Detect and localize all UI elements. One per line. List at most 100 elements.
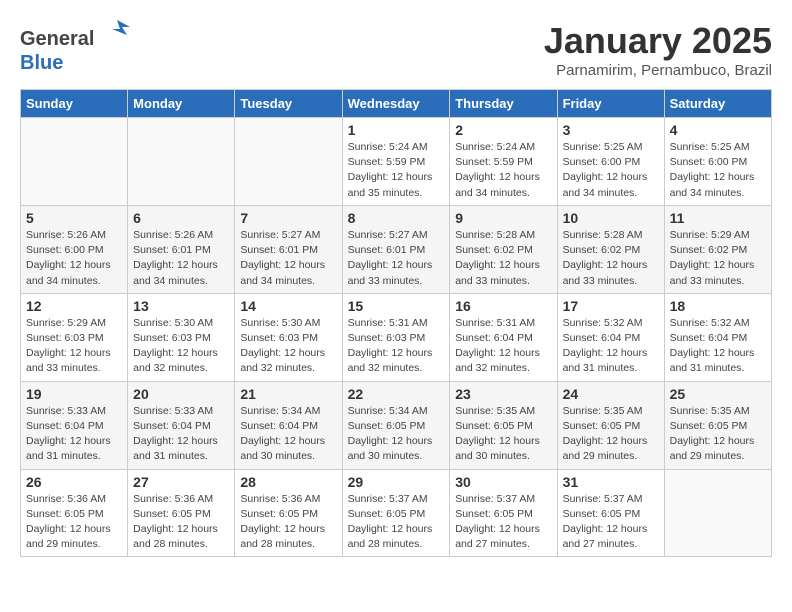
day-cell: 22Sunrise: 5:34 AM Sunset: 6:05 PM Dayli… <box>342 381 450 469</box>
day-number: 4 <box>670 122 766 138</box>
day-info: Sunrise: 5:35 AM Sunset: 6:05 PM Dayligh… <box>455 404 551 465</box>
day-cell: 27 Sunrise: 5:36 AM Sunset: 6:05 PM Dayli… <box>128 469 235 557</box>
logo: General Blue <box>20 20 132 75</box>
day-number: 9 <box>455 210 551 226</box>
day-cell: 14 Sunrise: 5:30 AM Sunset: 6:03 PM Dayli… <box>235 293 342 381</box>
header-cell-friday: Friday <box>557 90 664 118</box>
day-info: Sunrise: 5:28 AM Sunset: 6:02 PM Dayligh… <box>563 228 659 289</box>
day-info: Sunrise: 5:29 AM Sunset: 6:03 PM Dayligh… <box>26 316 122 377</box>
day-info: Sunrise: 5:30 AM Sunset: 6:03 PM Dayligh… <box>240 316 336 377</box>
day-number: 26 <box>26 474 122 490</box>
day-number: 20 <box>133 386 229 402</box>
day-cell: 7 Sunrise: 5:27 AM Sunset: 6:01 PM Daylig… <box>235 205 342 293</box>
day-info: Sunrise: 5:37 AM Sunset: 6:05 PM Dayligh… <box>455 492 551 553</box>
day-info: Sunrise: 5:33 AM Sunset: 6:04 PM Dayligh… <box>133 404 229 465</box>
day-info: Sunrise: 5:30 AM Sunset: 6:03 PM Dayligh… <box>133 316 229 377</box>
day-number: 16 <box>455 298 551 314</box>
day-cell: 11 Sunrise: 5:29 AM Sunset: 6:02 PM Dayli… <box>664 205 771 293</box>
day-cell: 31Sunrise: 5:37 AM Sunset: 6:05 PM Dayli… <box>557 469 664 557</box>
header-cell-wednesday: Wednesday <box>342 90 450 118</box>
day-info: Sunrise: 5:26 AM Sunset: 6:01 PM Dayligh… <box>133 228 229 289</box>
day-cell: 8Sunrise: 5:27 AM Sunset: 6:01 PM Daylig… <box>342 205 450 293</box>
day-info: Sunrise: 5:31 AM Sunset: 6:04 PM Dayligh… <box>455 316 551 377</box>
day-info: Sunrise: 5:25 AM Sunset: 6:00 PM Dayligh… <box>563 140 659 201</box>
day-number: 7 <box>240 210 336 226</box>
week-row-1: 5 Sunrise: 5:26 AM Sunset: 6:00 PM Daylig… <box>21 205 772 293</box>
day-cell <box>128 118 235 206</box>
day-number: 11 <box>670 210 766 226</box>
day-info: Sunrise: 5:36 AM Sunset: 6:05 PM Dayligh… <box>133 492 229 553</box>
title-area: January 2025 Parnamirim, Pernambuco, Bra… <box>544 20 772 79</box>
day-info: Sunrise: 5:34 AM Sunset: 6:04 PM Dayligh… <box>240 404 336 465</box>
day-cell: 21 Sunrise: 5:34 AM Sunset: 6:04 PM Dayli… <box>235 381 342 469</box>
day-cell: 26 Sunrise: 5:36 AM Sunset: 6:05 PM Dayli… <box>21 469 128 557</box>
logo-blue: Blue <box>20 52 63 74</box>
day-number: 13 <box>133 298 229 314</box>
day-info: Sunrise: 5:26 AM Sunset: 6:00 PM Dayligh… <box>26 228 122 289</box>
day-cell: 18 Sunrise: 5:32 AM Sunset: 6:04 PM Dayli… <box>664 293 771 381</box>
day-info: Sunrise: 5:25 AM Sunset: 6:00 PM Dayligh… <box>670 140 766 201</box>
day-number: 12 <box>26 298 122 314</box>
day-info: Sunrise: 5:27 AM Sunset: 6:01 PM Dayligh… <box>240 228 336 289</box>
day-info: Sunrise: 5:37 AM Sunset: 6:05 PM Dayligh… <box>563 492 659 553</box>
day-cell: 23 Sunrise: 5:35 AM Sunset: 6:05 PM Dayli… <box>450 381 557 469</box>
week-row-2: 12 Sunrise: 5:29 AM Sunset: 6:03 PM Dayli… <box>21 293 772 381</box>
header-cell-monday: Monday <box>128 90 235 118</box>
day-number: 5 <box>26 210 122 226</box>
header-cell-sunday: Sunday <box>21 90 128 118</box>
day-info: Sunrise: 5:36 AM Sunset: 6:05 PM Dayligh… <box>240 492 336 553</box>
day-number: 8 <box>348 210 445 226</box>
day-cell: 6 Sunrise: 5:26 AM Sunset: 6:01 PM Daylig… <box>128 205 235 293</box>
day-cell: 3 Sunrise: 5:25 AM Sunset: 6:00 PM Daylig… <box>557 118 664 206</box>
day-cell <box>21 118 128 206</box>
day-info: Sunrise: 5:33 AM Sunset: 6:04 PM Dayligh… <box>26 404 122 465</box>
day-cell: 1Sunrise: 5:24 AM Sunset: 5:59 PM Daylig… <box>342 118 450 206</box>
day-cell <box>664 469 771 557</box>
day-number: 21 <box>240 386 336 402</box>
header-cell-thursday: Thursday <box>450 90 557 118</box>
week-row-4: 26 Sunrise: 5:36 AM Sunset: 6:05 PM Dayli… <box>21 469 772 557</box>
day-info: Sunrise: 5:31 AM Sunset: 6:03 PM Dayligh… <box>348 316 445 377</box>
day-number: 3 <box>563 122 659 138</box>
day-number: 14 <box>240 298 336 314</box>
header-cell-tuesday: Tuesday <box>235 90 342 118</box>
calendar-subtitle: Parnamirim, Pernambuco, Brazil <box>544 62 772 79</box>
day-cell: 9 Sunrise: 5:28 AM Sunset: 6:02 PM Daylig… <box>450 205 557 293</box>
day-info: Sunrise: 5:34 AM Sunset: 6:05 PM Dayligh… <box>348 404 445 465</box>
day-cell: 5 Sunrise: 5:26 AM Sunset: 6:00 PM Daylig… <box>21 205 128 293</box>
logo-blue-line: Blue <box>20 51 132 75</box>
day-info: Sunrise: 5:28 AM Sunset: 6:02 PM Dayligh… <box>455 228 551 289</box>
day-info: Sunrise: 5:32 AM Sunset: 6:04 PM Dayligh… <box>670 316 766 377</box>
day-number: 17 <box>563 298 659 314</box>
day-info: Sunrise: 5:29 AM Sunset: 6:02 PM Dayligh… <box>670 228 766 289</box>
day-cell: 13 Sunrise: 5:30 AM Sunset: 6:03 PM Dayli… <box>128 293 235 381</box>
day-info: Sunrise: 5:35 AM Sunset: 6:05 PM Dayligh… <box>563 404 659 465</box>
day-cell: 28 Sunrise: 5:36 AM Sunset: 6:05 PM Dayli… <box>235 469 342 557</box>
day-cell: 4 Sunrise: 5:25 AM Sunset: 6:00 PM Daylig… <box>664 118 771 206</box>
logo-general: General <box>20 28 94 50</box>
day-info: Sunrise: 5:35 AM Sunset: 6:05 PM Dayligh… <box>670 404 766 465</box>
day-cell: 20 Sunrise: 5:33 AM Sunset: 6:04 PM Dayli… <box>128 381 235 469</box>
day-cell: 2Sunrise: 5:24 AM Sunset: 5:59 PM Daylig… <box>450 118 557 206</box>
day-cell: 29 Sunrise: 5:37 AM Sunset: 6:05 PM Dayli… <box>342 469 450 557</box>
day-cell: 25 Sunrise: 5:35 AM Sunset: 6:05 PM Dayli… <box>664 381 771 469</box>
header: General Blue January 2025 Parnamirim, Pe… <box>20 20 772 79</box>
header-cell-saturday: Saturday <box>664 90 771 118</box>
day-cell: 30Sunrise: 5:37 AM Sunset: 6:05 PM Dayli… <box>450 469 557 557</box>
day-info: Sunrise: 5:37 AM Sunset: 6:05 PM Dayligh… <box>348 492 445 553</box>
day-number: 29 <box>348 474 445 490</box>
day-info: Sunrise: 5:24 AM Sunset: 5:59 PM Dayligh… <box>455 140 551 201</box>
day-cell: 12 Sunrise: 5:29 AM Sunset: 6:03 PM Dayli… <box>21 293 128 381</box>
day-number: 15 <box>348 298 445 314</box>
day-number: 28 <box>240 474 336 490</box>
day-info: Sunrise: 5:36 AM Sunset: 6:05 PM Dayligh… <box>26 492 122 553</box>
day-number: 27 <box>133 474 229 490</box>
day-number: 6 <box>133 210 229 226</box>
day-number: 25 <box>670 386 766 402</box>
day-number: 23 <box>455 386 551 402</box>
day-number: 19 <box>26 386 122 402</box>
day-cell: 10Sunrise: 5:28 AM Sunset: 6:02 PM Dayli… <box>557 205 664 293</box>
day-cell: 19 Sunrise: 5:33 AM Sunset: 6:04 PM Dayli… <box>21 381 128 469</box>
day-number: 18 <box>670 298 766 314</box>
day-cell: 24Sunrise: 5:35 AM Sunset: 6:05 PM Dayli… <box>557 381 664 469</box>
